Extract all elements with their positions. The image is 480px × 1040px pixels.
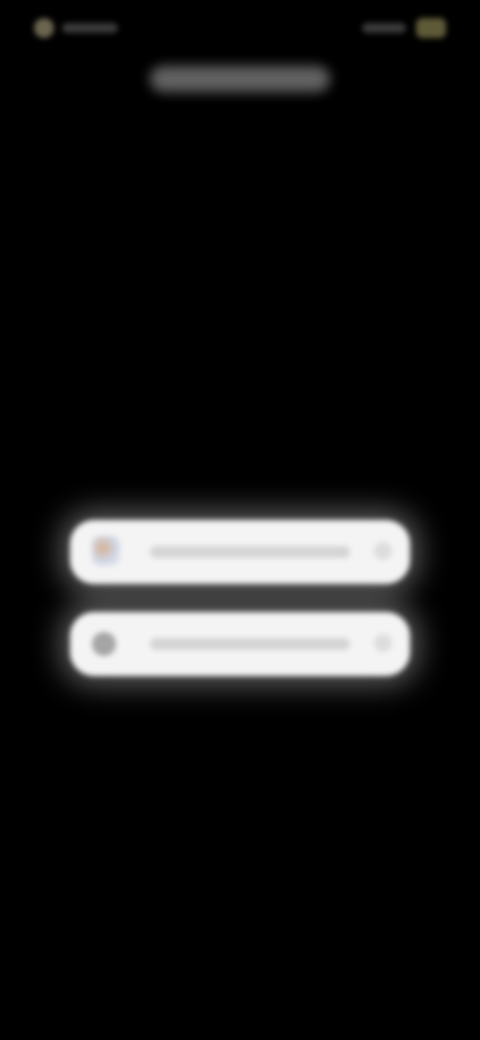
status-bar — [0, 0, 480, 56]
page-title — [150, 66, 330, 92]
action-label — [150, 546, 350, 558]
status-left — [34, 18, 118, 38]
status-dot-icon — [34, 18, 54, 38]
action-label — [150, 638, 350, 650]
chevron-right-icon — [374, 634, 392, 652]
primary-action-button[interactable] — [70, 520, 410, 584]
circle-icon — [92, 632, 116, 656]
status-right — [362, 18, 446, 38]
battery-icon — [416, 18, 446, 38]
secondary-action-button[interactable] — [70, 612, 410, 676]
status-time — [62, 23, 118, 33]
flower-icon — [92, 536, 120, 566]
action-list — [70, 520, 410, 676]
chevron-right-icon — [374, 542, 392, 560]
signal-icon — [362, 23, 406, 33]
